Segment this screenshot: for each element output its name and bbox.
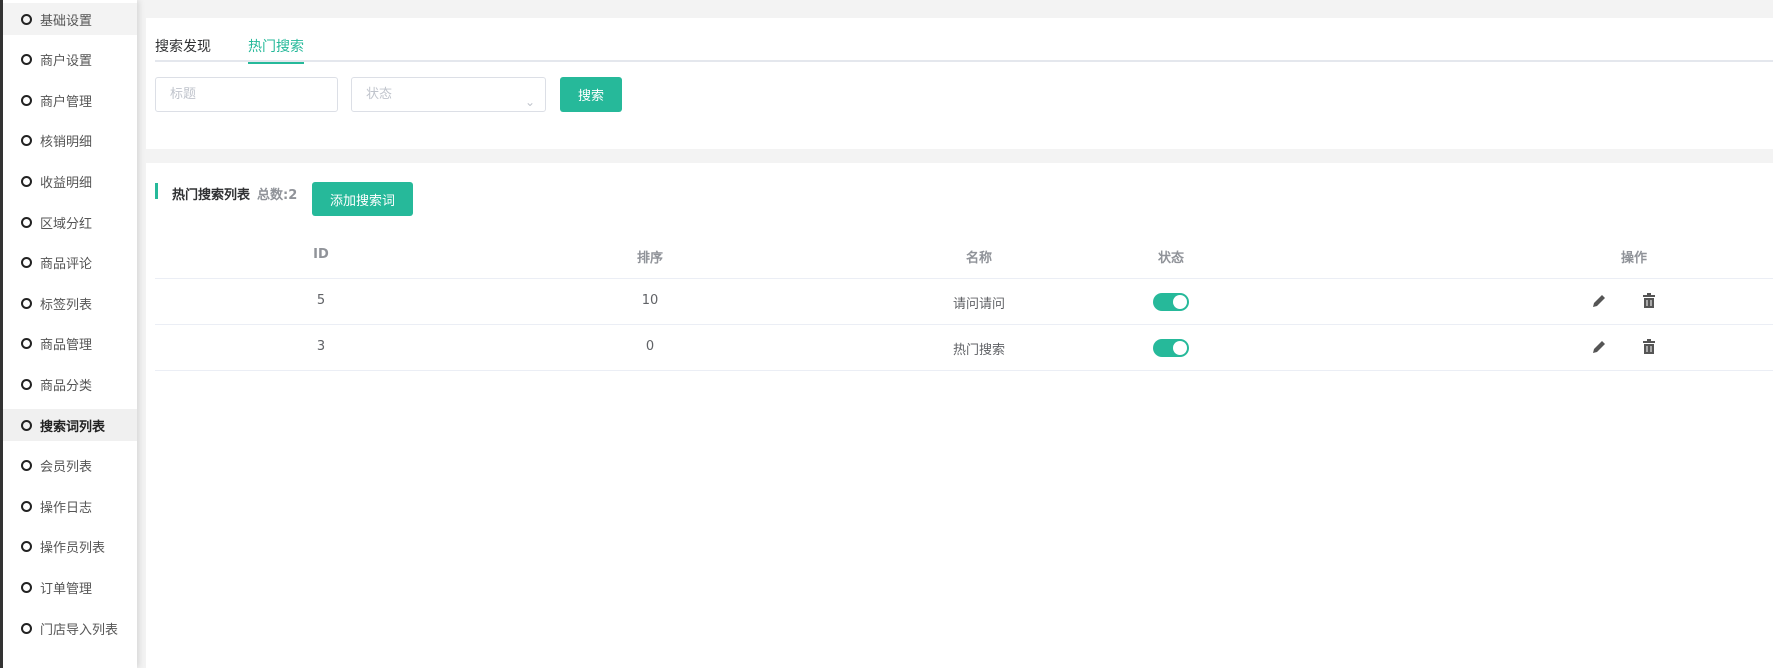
sidebar-item[interactable]: 商户管理 — [3, 84, 137, 116]
sidebar-item-label: 商品评论 — [40, 257, 93, 273]
status-toggle[interactable] — [1153, 293, 1189, 311]
sidebar-item-label: 订单管理 — [40, 581, 93, 597]
sidebar-item[interactable]: 会员列表 — [3, 450, 137, 482]
circle-icon — [21, 622, 32, 634]
circle-icon — [21, 338, 32, 350]
tabs: 搜索发现 热门搜索 — [155, 36, 1773, 64]
sidebar-item-label: 会员列表 — [40, 460, 93, 476]
sidebar-item-label: 门店导入列表 — [40, 622, 119, 638]
circle-icon — [21, 419, 32, 431]
circle-icon — [21, 257, 32, 269]
header-name: 名称 — [965, 251, 993, 266]
cell-name: 请问请问 — [952, 297, 1006, 312]
sidebar-item[interactable]: 订单管理 — [3, 571, 137, 603]
sidebar-item-label: 基础设置 — [40, 13, 93, 29]
row-divider — [155, 324, 1773, 325]
edit-pencil-icon[interactable] — [1591, 339, 1607, 355]
sidebar-item[interactable]: 商品管理 — [3, 328, 137, 360]
sidebar: 基础设置商户设置商户管理核销明细收益明细区域分红商品评论标签列表商品管理商品分类… — [0, 0, 137, 668]
sidebar-item[interactable]: 操作员列表 — [3, 531, 137, 563]
circle-icon — [21, 581, 32, 593]
status-placeholder: 状态 — [366, 87, 393, 102]
list-card: 热门搜索列表 总数:2 添加搜索词 ID 排序 名称 状态 操作 5 10 请问… — [146, 163, 1773, 668]
list-title: 热门搜索列表 — [172, 188, 251, 203]
trash-icon[interactable] — [1642, 293, 1656, 309]
circle-icon — [21, 135, 32, 147]
header-status: 状态 — [1157, 251, 1185, 266]
sidebar-item[interactable]: 标签列表 — [3, 287, 137, 319]
sidebar-item-label: 商户管理 — [40, 94, 93, 110]
circle-icon — [21, 541, 32, 553]
cell-sort: 0 — [645, 339, 655, 354]
search-button[interactable]: 搜索 — [560, 77, 622, 112]
edit-pencil-icon[interactable] — [1591, 293, 1607, 309]
sidebar-item[interactable]: 操作日志 — [3, 490, 137, 522]
sidebar-item[interactable]: 商品分类 — [3, 368, 137, 400]
sidebar-item-label: 标签列表 — [40, 297, 93, 313]
sidebar-item[interactable]: 收益明细 — [3, 165, 137, 197]
sidebar-item-label: 操作员列表 — [40, 541, 106, 557]
header-id: ID — [313, 247, 329, 262]
circle-icon — [21, 94, 32, 106]
sidebar-item-label: 商户设置 — [40, 54, 93, 70]
circle-icon — [21, 500, 32, 512]
trash-icon[interactable] — [1642, 339, 1656, 355]
cell-id: 3 — [316, 339, 326, 354]
sidebar-item[interactable]: 核销明细 — [3, 125, 137, 157]
sidebar-item[interactable]: 区域分红 — [3, 206, 137, 238]
status-toggle[interactable] — [1153, 339, 1189, 357]
circle-icon — [21, 460, 32, 472]
circle-icon — [21, 13, 32, 25]
sidebar-item-label: 收益明细 — [40, 175, 93, 191]
sidebar-item[interactable]: 基础设置 — [3, 3, 137, 35]
sidebar-item-label: 区域分红 — [40, 216, 93, 232]
row-divider — [155, 370, 1773, 371]
divider — [155, 278, 1773, 279]
cell-sort: 10 — [641, 293, 659, 308]
header-actions: 操作 — [1620, 251, 1648, 266]
cell-id: 5 — [316, 293, 326, 308]
circle-icon — [21, 175, 32, 187]
status-select[interactable]: 状态 ⌄ — [351, 77, 546, 112]
sidebar-item[interactable]: 商户设置 — [3, 44, 137, 76]
sidebar-item-label: 操作日志 — [40, 500, 93, 516]
header-sort: 排序 — [636, 251, 664, 266]
sidebar-item-label: 核销明细 — [40, 135, 93, 151]
sidebar-item-label: 商品管理 — [40, 338, 93, 354]
chevron-down-icon: ⌄ — [524, 95, 535, 109]
add-search-word-button[interactable]: 添加搜索词 — [312, 182, 413, 216]
filter-card: 搜索发现 热门搜索 标题 状态 ⌄ 搜索 — [146, 18, 1773, 149]
title-input[interactable]: 标题 — [155, 77, 338, 112]
circle-icon — [21, 216, 32, 228]
cell-name: 热门搜索 — [952, 343, 1006, 358]
circle-icon — [21, 297, 32, 309]
sidebar-item[interactable]: 门店导入列表 — [3, 612, 137, 644]
circle-icon — [21, 378, 32, 390]
tab-search-discovery[interactable]: 搜索发现 — [155, 36, 211, 62]
sidebar-item[interactable]: 商品评论 — [3, 247, 137, 279]
sidebar-item-label: 商品分类 — [40, 378, 93, 394]
circle-icon — [21, 54, 32, 66]
sidebar-item-label: 搜索词列表 — [40, 419, 106, 435]
title-accent-bar — [155, 183, 158, 199]
tab-hot-search[interactable]: 热门搜索 — [248, 36, 304, 64]
sidebar-item[interactable]: 搜索词列表 — [3, 409, 137, 441]
total-count: 总数:2 — [257, 188, 298, 203]
